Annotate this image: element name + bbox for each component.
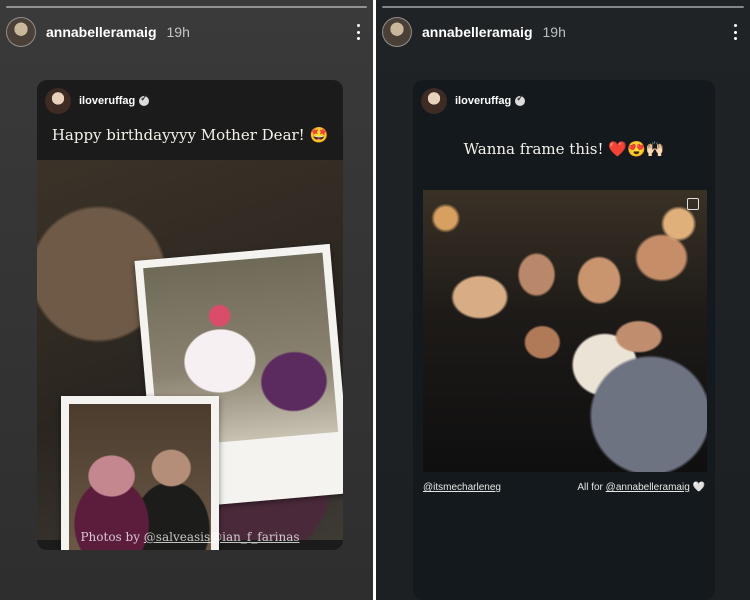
- post-author-name[interactable]: iloveruffag: [455, 95, 511, 107]
- multi-photo-icon: [687, 198, 699, 210]
- profile-avatar[interactable]: [6, 17, 36, 47]
- shared-post-card[interactable]: iloveruffag Wanna frame this! ❤️😍🙌🏻 @its…: [413, 80, 715, 600]
- dedication-prefix: All for: [577, 482, 606, 493]
- photo-credit: Photos by @salveasis@ian_f_farinas: [37, 530, 343, 544]
- dedication-suffix: 🤍: [689, 482, 705, 493]
- post-caption: Happy birthdayyyy Mother Dear! 🤩: [51, 126, 329, 144]
- story-header: annabelleramaig 19h: [6, 16, 367, 48]
- credit-prefix: Photos by: [80, 530, 144, 544]
- post-caption: Wanna frame this! ❤️😍🙌🏻: [463, 140, 665, 158]
- story-progress-bar: [6, 6, 367, 8]
- shared-post-card[interactable]: iloveruffag Happy birthdayyyy Mother Dea…: [37, 80, 343, 550]
- credit-mention-salveasis[interactable]: @salveasis: [144, 530, 210, 544]
- tag-dedication: All for @annabelleramaig 🤍: [577, 482, 705, 493]
- story-header: annabelleramaig 19h: [382, 16, 744, 48]
- verified-badge-icon: [139, 93, 150, 106]
- post-author-header[interactable]: iloveruffag: [421, 88, 526, 114]
- credit-mention-ian[interactable]: @ian_f_farinas: [210, 530, 299, 544]
- story-time: 19h: [166, 24, 190, 40]
- couple-photo: [69, 404, 211, 550]
- story-left[interactable]: annabelleramaig 19h iloveruffag Happy bi…: [0, 0, 373, 600]
- post-author-avatar[interactable]: [45, 88, 71, 114]
- story-right[interactable]: annabelleramaig 19h iloveruffag Wanna fr…: [376, 0, 750, 600]
- photo-tagline: @itsmecharleneg All for @annabelleramaig…: [423, 482, 705, 493]
- story-time: 19h: [542, 24, 566, 40]
- polaroid-couple-photo: [61, 396, 219, 550]
- post-author-avatar[interactable]: [421, 88, 447, 114]
- more-vertical-icon[interactable]: [726, 22, 744, 42]
- more-vertical-icon[interactable]: [349, 22, 367, 42]
- tag-mention-charlene[interactable]: @itsmecharleneg: [423, 482, 501, 493]
- story-username[interactable]: annabelleramaig: [422, 24, 533, 40]
- story-username[interactable]: annabelleramaig: [46, 24, 157, 40]
- post-author-header[interactable]: iloveruffag: [45, 88, 150, 114]
- post-author-name[interactable]: iloveruffag: [79, 95, 135, 107]
- party-photo: [37, 160, 343, 550]
- profile-avatar[interactable]: [382, 17, 412, 47]
- verified-badge-icon: [515, 93, 526, 106]
- group-photo: [423, 190, 707, 472]
- story-progress-bar: [382, 6, 744, 8]
- tag-mention-annabelle[interactable]: @annabelleramaig: [606, 482, 690, 493]
